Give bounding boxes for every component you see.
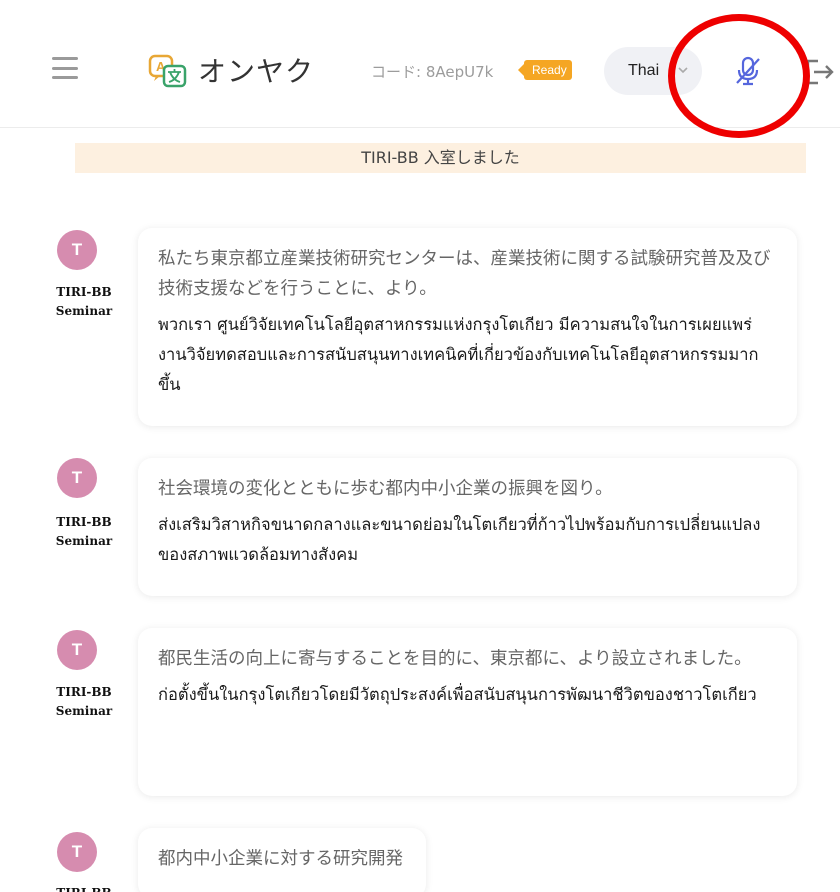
mic-off-icon[interactable]: [733, 55, 763, 87]
exit-icon[interactable]: [804, 56, 834, 88]
sender-name: TIRI-BB Seminar: [44, 513, 124, 551]
avatar: T: [57, 230, 97, 270]
chevron-down-icon: [678, 67, 688, 74]
translate-logo-icon: A: [148, 54, 187, 88]
menu-icon[interactable]: [52, 57, 78, 79]
source-text: 私たち東京都立産業技術研究センターは、産業技術に関する試験研究普及及び技術支援な…: [158, 249, 771, 299]
message-bubble: 社会環境の変化とともに歩む都内中小企業の振興を図り。 ส่งเสริมวิสาห…: [138, 458, 797, 596]
message-bubble: 都民生活の向上に寄与することを目的に、東京都に、より設立されました。 ก่อตั…: [138, 628, 797, 796]
room-code: コード: 8AepU7k: [371, 63, 494, 81]
avatar: T: [57, 832, 97, 872]
sender-name: TIRI-BB Seminar: [44, 283, 124, 321]
chat-room-page: A オンヤク コード: 8AepU7k Ready Thai TIRI-BB 入…: [0, 0, 840, 892]
language-select-value: Thai: [628, 62, 660, 79]
message-bubble: 私たち東京都立産業技術研究センターは、産業技術に関する試験研究普及及び技術支援な…: [138, 228, 797, 426]
source-text: 都民生活の向上に寄与することを目的に、東京都に、より設立されました。: [158, 649, 752, 669]
sender-name-line1: TIRI-BB: [56, 515, 112, 529]
sender-name: TIRI-BB: [44, 884, 124, 892]
sender-name-line2: Seminar: [55, 304, 113, 318]
avatar: T: [57, 458, 97, 498]
message-bubble: 都内中小企業に対する研究開発: [138, 828, 426, 892]
translated-text: ส่งเสริมวิสาหกิจขนาดกลางและขนาดย่อมในโตเ…: [158, 515, 761, 564]
app-title: オンヤク: [198, 55, 315, 88]
sender-name-line2: Seminar: [55, 534, 113, 548]
translated-text: พวกเรา ศูนย์วิจัยเทคโนโลยีอุตสาหกรรมแห่ง…: [158, 315, 759, 394]
system-message: TIRI-BB 入室しました: [75, 143, 806, 173]
app-header: A オンヤク コード: 8AepU7k Ready Thai: [0, 0, 840, 138]
language-select[interactable]: Thai: [604, 47, 702, 95]
sender-name-line1: TIRI-BB: [56, 685, 112, 699]
status-badge: Ready: [518, 60, 572, 80]
source-text: 都内中小企業に対する研究開発: [158, 849, 403, 869]
sender-name-line2: Seminar: [55, 704, 113, 718]
avatar: T: [57, 630, 97, 670]
sender-name-line1: TIRI-BB: [56, 285, 112, 299]
sender-name-line1: TIRI-BB: [44, 884, 124, 892]
source-text: 社会環境の変化とともに歩む都内中小企業の振興を図り。: [158, 479, 613, 499]
translated-text: ก่อตั้งขึ้นในกรุงโตเกียวโดยมีวัตถุประสงค…: [158, 685, 757, 704]
sender-name: TIRI-BB Seminar: [44, 683, 124, 721]
